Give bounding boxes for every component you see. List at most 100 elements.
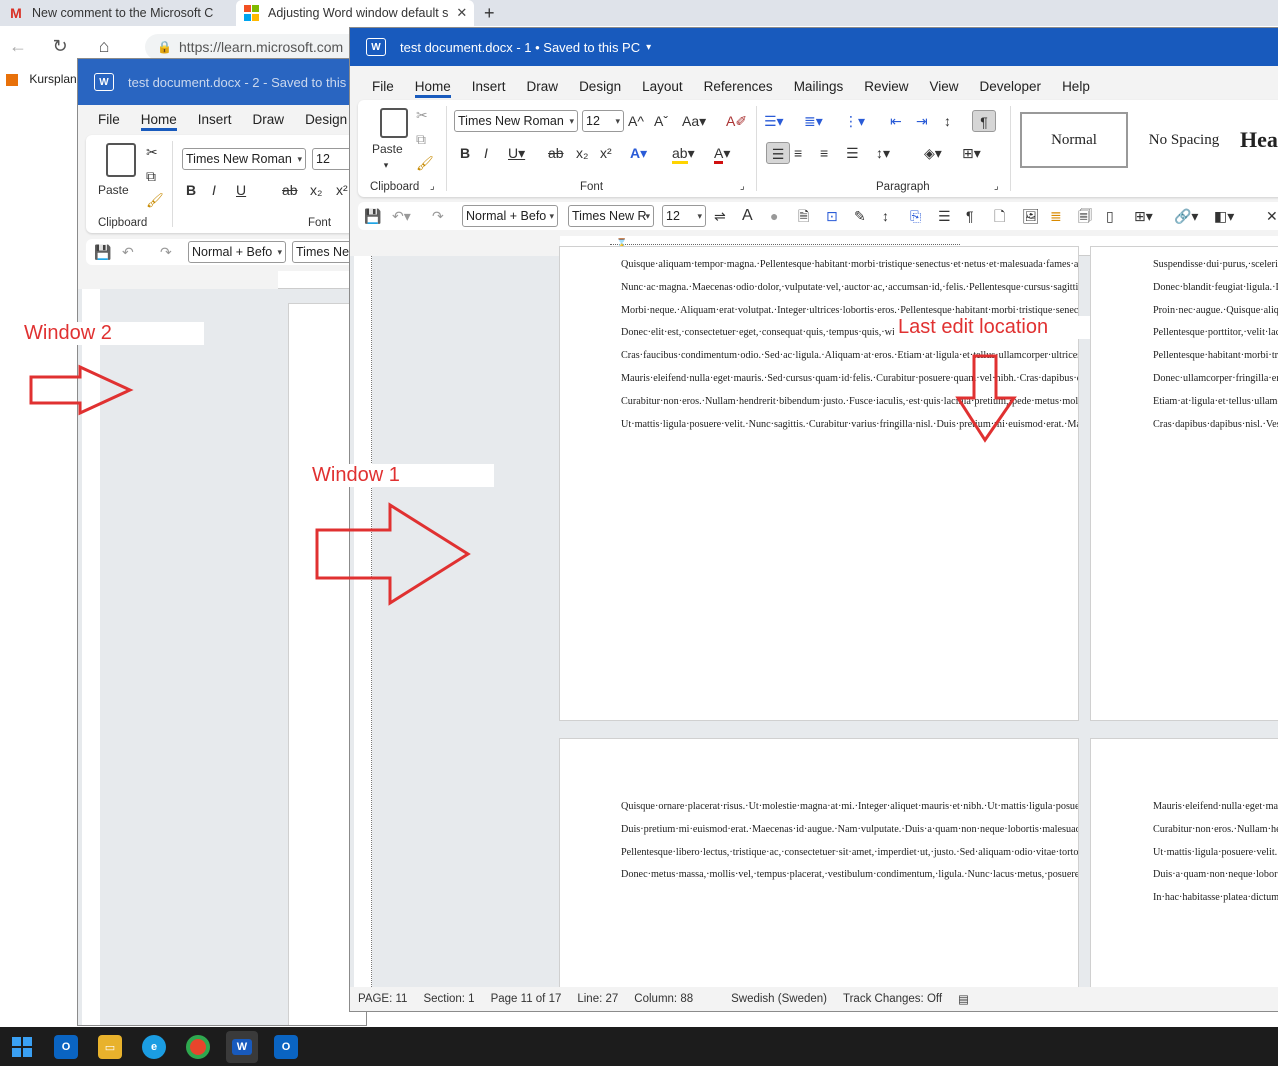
copy-icon[interactable]: ⧉ — [146, 165, 156, 187]
font-name-combo[interactable]: Times New Roman ▾ — [454, 110, 578, 132]
document-page-bottom-left[interactable]: Quisque·ornare·placerat·risus.·Ut·molest… — [559, 738, 1079, 998]
textbox-icon[interactable]: ⊡ — [826, 205, 838, 227]
multilevel-list-icon[interactable]: ⋮▾ — [844, 110, 865, 132]
pilcrow-icon[interactable]: ¶ — [966, 205, 974, 227]
shape-icon[interactable]: ● — [770, 205, 778, 227]
highlight-icon[interactable]: ab▾ — [672, 142, 695, 164]
save-icon[interactable]: 💾 — [364, 205, 381, 227]
hyperlink-icon[interactable]: 🔗▾ — [1174, 205, 1198, 227]
grow-font-icon[interactable]: A^ — [628, 110, 644, 132]
justify-icon[interactable]: ☰ — [846, 142, 859, 164]
align-right-icon[interactable]: ≡ — [820, 142, 828, 164]
tab-insert[interactable]: Insert — [198, 112, 232, 131]
redo-icon[interactable]: ↷ — [432, 205, 444, 227]
document-page-top-right[interactable]: Suspendisse·dui·purus,·scelerisque·neque… — [1090, 246, 1278, 721]
dialog-launcher-icon[interactable]: ⌟ — [430, 176, 435, 198]
edge-icon[interactable]: e — [142, 1035, 166, 1059]
paste-button[interactable]: Paste — [98, 179, 129, 201]
cut-icon[interactable]: ✂ — [146, 141, 158, 163]
dialog-launcher-icon[interactable]: ⌟ — [740, 176, 745, 198]
numbering-icon[interactable]: ≣▾ — [804, 110, 823, 132]
font-icon[interactable]: A — [742, 205, 753, 227]
tab-view[interactable]: View — [929, 79, 958, 98]
tab-review[interactable]: Review — [864, 79, 908, 98]
tab-references[interactable]: References — [704, 79, 773, 98]
text-effects-icon[interactable]: A▾ — [630, 142, 647, 164]
status-column[interactable]: Column: 88 — [634, 993, 693, 1005]
undo-icon[interactable]: ↶▾ — [392, 205, 411, 227]
document-icon[interactable]: 🗎 — [798, 205, 809, 227]
style-heading[interactable]: Hea — [1240, 112, 1278, 168]
strikethrough-icon[interactable]: ab — [282, 179, 298, 201]
tab-help[interactable]: Help — [1062, 79, 1090, 98]
tab-design[interactable]: Design — [579, 79, 621, 98]
bullets-icon[interactable]: ☰▾ — [764, 110, 784, 132]
bookmark-item[interactable]: Kursplane — [29, 72, 83, 86]
tab-home[interactable]: Home — [414, 79, 451, 98]
paste-icon[interactable] — [106, 143, 136, 177]
style-combo[interactable]: Normal + Befo ▾ — [462, 205, 558, 227]
tab-developer[interactable]: Developer — [980, 79, 1042, 98]
line-spacing-icon[interactable]: ↕▾ — [876, 142, 890, 164]
sort-icon[interactable]: ↕ — [882, 205, 889, 227]
increase-indent-icon[interactable]: ⇥ — [916, 110, 928, 132]
chrome-icon[interactable] — [186, 1035, 210, 1059]
file-explorer-icon[interactable]: ▭ — [98, 1035, 122, 1059]
word-icon[interactable]: W — [226, 1031, 258, 1063]
format-painter-icon[interactable]: 🖌 — [146, 189, 164, 211]
word-window-1[interactable]: W test document.docx - 1 • Saved to this… — [349, 27, 1278, 1012]
outlook-icon[interactable]: O — [54, 1035, 78, 1059]
sort-icon[interactable]: ↕ — [944, 110, 951, 132]
subscript-icon[interactable]: x₂ — [576, 142, 588, 164]
tab-home[interactable]: Home — [140, 112, 177, 131]
style-normal[interactable]: Normal — [1020, 112, 1128, 168]
status-page-of[interactable]: Page 11 of 17 — [491, 993, 562, 1005]
tab-insert[interactable]: Insert — [472, 79, 506, 98]
new-tab-button[interactable]: + — [484, 0, 504, 26]
underline-icon[interactable]: U — [236, 179, 246, 201]
tab-layout[interactable]: Layout — [642, 79, 683, 98]
header-icon[interactable]: 🗐 — [1078, 205, 1092, 227]
windows-start-icon[interactable] — [10, 1035, 34, 1059]
tab-file[interactable]: File — [372, 79, 394, 98]
underline-icon[interactable]: U▾ — [508, 142, 525, 164]
superscript-icon[interactable]: x² — [336, 179, 348, 201]
highlight-lines-icon[interactable]: ≣ — [1050, 205, 1062, 227]
tab-file[interactable]: File — [98, 112, 120, 131]
reload-icon[interactable]: ↻ — [48, 34, 72, 58]
cut-icon[interactable]: ✂ — [416, 104, 428, 126]
bold-icon[interactable]: B — [186, 179, 196, 201]
macro-icon[interactable]: ▤ — [958, 992, 969, 1006]
font-color-icon[interactable]: A▾ — [714, 142, 730, 164]
fill-icon[interactable]: ◧▾ — [1214, 205, 1234, 227]
paragraph-marks-icon[interactable]: ⇌ — [714, 205, 726, 227]
close-tab-icon[interactable]: ✕ — [456, 5, 467, 21]
change-case-icon[interactable]: Aa▾ — [682, 110, 706, 132]
bold-icon[interactable]: B — [460, 142, 470, 164]
table-icon[interactable]: ⊞▾ — [1134, 205, 1153, 227]
home-icon[interactable]: ⌂ — [92, 34, 116, 58]
picture-icon[interactable]: 🖼 — [1022, 205, 1040, 227]
tab-design[interactable]: Design — [305, 112, 347, 131]
font-size-combo[interactable]: 12 ▾ — [582, 110, 624, 132]
copy-icon[interactable]: ⧉ — [416, 128, 426, 150]
strikethrough-icon[interactable]: ab — [548, 142, 564, 164]
save-icon[interactable]: 💾 — [94, 241, 111, 263]
new-outlook-icon[interactable]: O — [274, 1035, 298, 1059]
tab-mailings[interactable]: Mailings — [794, 79, 844, 98]
align-center-icon[interactable]: ≡ — [794, 142, 802, 164]
browser-tab-gmail[interactable]: M New comment to the Microsoft C — [0, 0, 236, 26]
shading-icon[interactable]: ◈▾ — [924, 142, 942, 164]
chevron-down-icon[interactable]: ▾ — [372, 154, 400, 176]
align-left-icon[interactable]: ☰ — [766, 142, 790, 164]
edit-icon[interactable]: ✎ — [854, 205, 866, 227]
dialog-launcher-icon[interactable]: ⌟ — [994, 176, 999, 198]
style-combo[interactable]: Normal + Befo ▾ — [188, 241, 286, 263]
status-language[interactable]: Swedish (Sweden) — [731, 993, 827, 1005]
decrease-indent-icon[interactable]: ⇤ — [890, 110, 902, 132]
tab-draw[interactable]: Draw — [253, 112, 285, 131]
clear-formatting-icon[interactable]: A✐ — [726, 110, 747, 132]
page-icon[interactable]: 🗋 — [994, 205, 1005, 227]
status-page[interactable]: PAGE: 11 — [358, 993, 407, 1005]
close-icon[interactable]: ✕ — [1266, 205, 1278, 227]
